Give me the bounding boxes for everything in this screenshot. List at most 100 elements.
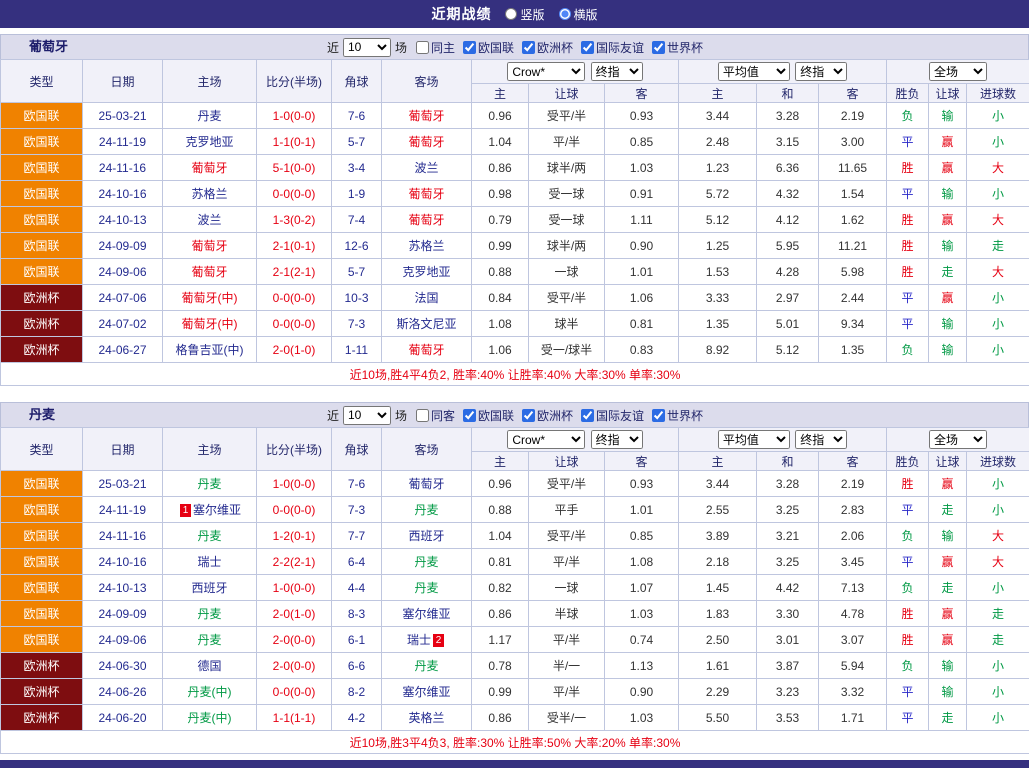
avg-final-select[interactable]: 终指 (795, 62, 847, 81)
bottom-bar (0, 760, 1029, 768)
league-badge: 欧洲杯 (1, 337, 83, 363)
friendly-label: 国际友谊 (596, 407, 644, 424)
odds-home: 0.96 (472, 471, 529, 497)
world-cup-checkbox[interactable] (652, 41, 665, 54)
avg-draw: 5.01 (757, 311, 819, 337)
layout-option-horizontal[interactable]: 横版 (559, 6, 598, 23)
result-outcome: 平 (887, 497, 929, 523)
col-corner: 角球 (332, 60, 382, 103)
match-date: 24-06-30 (83, 653, 163, 679)
matches-table-denmark: 类型 日期 主场 比分(半场) 角球 客场 Crow* 终指 平均值 终指 (0, 427, 1029, 754)
same-venue-checkbox[interactable] (416, 41, 429, 54)
odds-final-select[interactable]: 终指 (591, 430, 643, 449)
away-team-name: 瑞士 (407, 633, 431, 647)
nations-league-label: 欧国联 (478, 39, 514, 56)
subcol-avg-away: 客 (819, 84, 887, 103)
odds-away: 0.93 (605, 471, 679, 497)
filter-nations-league[interactable]: 欧国联 (458, 407, 514, 424)
avg-group-header: 平均值 终指 (679, 60, 887, 84)
away-team-cell: 葡萄牙 (382, 129, 472, 155)
league-badge: 欧国联 (1, 129, 83, 155)
odds-handicap: 一球 (529, 259, 605, 285)
avg-away: 2.83 (819, 497, 887, 523)
result-handicap: 输 (929, 653, 967, 679)
league-badge: 欧洲杯 (1, 705, 83, 731)
match-count-select[interactable]: 10 (343, 406, 391, 425)
avg-away: 2.06 (819, 523, 887, 549)
nations-league-checkbox[interactable] (463, 41, 476, 54)
vertical-layout-radio[interactable] (505, 8, 517, 20)
match-count-select[interactable]: 10 (343, 38, 391, 57)
result-outcome: 胜 (887, 259, 929, 285)
result-handicap: 输 (929, 233, 967, 259)
filter-world-cup[interactable]: 世界杯 (647, 407, 703, 424)
odds-company-select[interactable]: Crow* (507, 430, 585, 449)
subcol-avg-home: 主 (679, 84, 757, 103)
avg-home: 5.50 (679, 705, 757, 731)
filter-nations-league[interactable]: 欧国联 (458, 39, 514, 56)
avg-away: 1.62 (819, 207, 887, 233)
filter-friendly[interactable]: 国际友谊 (576, 407, 644, 424)
odds-home: 1.08 (472, 311, 529, 337)
filter-euro[interactable]: 欧洲杯 (517, 407, 573, 424)
same-venue-filter[interactable]: 同主 (411, 39, 455, 56)
home-team-cell: 丹麦(中) (163, 679, 257, 705)
same-venue-checkbox[interactable] (416, 409, 429, 422)
layout-option-vertical[interactable]: 竖版 (505, 6, 544, 23)
away-team-cell: 葡萄牙 (382, 207, 472, 233)
odds-away: 1.11 (605, 207, 679, 233)
score: 2-0(1-0) (257, 601, 332, 627)
subcol-result-handicap: 让球 (929, 84, 967, 103)
odds-home: 0.96 (472, 103, 529, 129)
fulltime-select[interactable]: 全场 (929, 62, 987, 81)
match-date: 24-11-19 (83, 497, 163, 523)
section-denmark: 丹麦 近 10 场 同客 欧国联 欧洲杯 国 (0, 402, 1029, 754)
summary-row: 近10场,胜4平4负2, 胜率:40% 让胜率:40% 大率:30% 单率:30… (1, 363, 1029, 386)
filter-friendly[interactable]: 国际友谊 (576, 39, 644, 56)
world-cup-checkbox[interactable] (652, 409, 665, 422)
avg-company-select[interactable]: 平均值 (718, 62, 790, 81)
league-badge: 欧国联 (1, 471, 83, 497)
score: 0-0(0-0) (257, 181, 332, 207)
horizontal-layout-radio[interactable] (559, 8, 571, 20)
summary-row: 近10场,胜3平4负3, 胜率:30% 让胜率:50% 大率:20% 单率:30… (1, 731, 1029, 754)
home-team-cell: 葡萄牙(中) (163, 285, 257, 311)
same-venue-label: 同客 (431, 407, 455, 424)
match-rows: 欧国联25-03-21丹麦1-0(0-0)7-6葡萄牙0.96受平/半0.933… (1, 471, 1029, 731)
filter-world-cup[interactable]: 世界杯 (647, 39, 703, 56)
subcol-avg-draw: 和 (757, 452, 819, 471)
result-outcome: 平 (887, 549, 929, 575)
odds-company-select[interactable]: Crow* (507, 62, 585, 81)
avg-home: 8.92 (679, 337, 757, 363)
avg-draw: 6.36 (757, 155, 819, 181)
result-handicap: 输 (929, 337, 967, 363)
avg-away: 3.45 (819, 549, 887, 575)
same-venue-filter[interactable]: 同客 (411, 407, 455, 424)
odds-handicap: 受一球 (529, 181, 605, 207)
euro-checkbox[interactable] (522, 41, 535, 54)
team-name: 丹麦 (29, 403, 55, 427)
friendly-checkbox[interactable] (581, 41, 594, 54)
avg-draw: 2.97 (757, 285, 819, 311)
fulltime-select[interactable]: 全场 (929, 430, 987, 449)
avg-company-select[interactable]: 平均值 (718, 430, 790, 449)
avg-draw: 3.21 (757, 523, 819, 549)
result-outcome: 负 (887, 337, 929, 363)
match-row: 欧国联24-09-06丹麦2-0(0-0)6-1瑞士21.17平/半0.742.… (1, 627, 1029, 653)
corners: 8-3 (332, 601, 382, 627)
subcol-odds-away: 客 (605, 452, 679, 471)
match-date: 25-03-21 (83, 471, 163, 497)
nations-league-checkbox[interactable] (463, 409, 476, 422)
matches-table-portugal: 类型 日期 主场 比分(半场) 角球 客场 Crow* 终指 平均值 终指 (0, 59, 1029, 386)
match-row: 欧洲杯24-07-02葡萄牙(中)0-0(0-0)7-3斯洛文尼亚1.08球半0… (1, 311, 1029, 337)
home-team-name: 克罗地亚 (185, 135, 233, 149)
friendly-checkbox[interactable] (581, 409, 594, 422)
avg-final-select[interactable]: 终指 (795, 430, 847, 449)
result-goals: 小 (967, 653, 1029, 679)
result-goals: 小 (967, 679, 1029, 705)
col-score: 比分(半场) (257, 60, 332, 103)
filter-euro[interactable]: 欧洲杯 (517, 39, 573, 56)
red-card-badge: 1 (180, 504, 191, 517)
odds-final-select[interactable]: 终指 (591, 62, 643, 81)
euro-checkbox[interactable] (522, 409, 535, 422)
